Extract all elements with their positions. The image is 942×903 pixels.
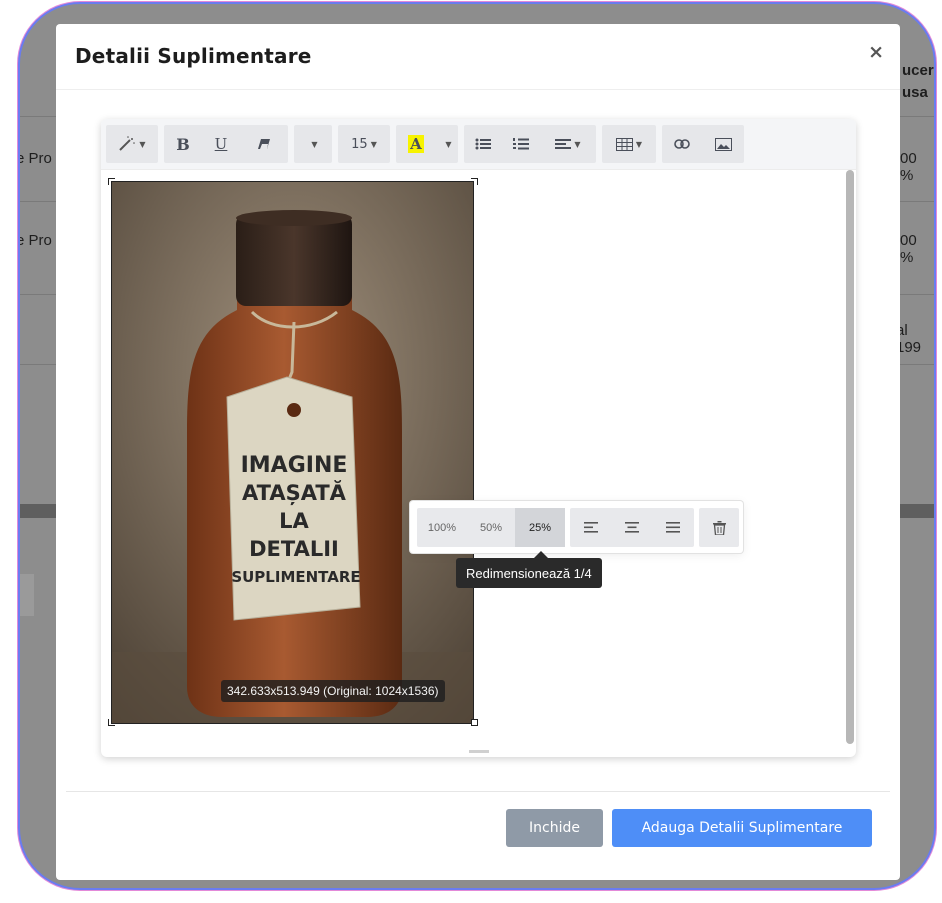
tag-line-1: IMAGINE xyxy=(241,453,348,478)
bottle-illustration: IMAGINE ATAȘATĂ LA DETALII SUPLIMENTARE xyxy=(112,182,473,723)
align-icon xyxy=(555,139,572,149)
float-right-button[interactable] xyxy=(652,508,694,547)
add-details-button[interactable]: Adauga Detalii Suplimentare xyxy=(612,809,872,847)
resize-25-button[interactable]: 25% xyxy=(515,508,565,547)
editor-content[interactable]: IMAGINE ATAȘATĂ LA DETALII SUPLIMENTARE … xyxy=(101,170,856,757)
font-family-group: ▼ xyxy=(294,125,332,163)
font-style-group: B U xyxy=(164,125,288,163)
bg-text-right: 00 % xyxy=(900,150,917,184)
editor-toolbar: ▼ B U ▼ 15 ▼ A ▼ ▼ ▼ xyxy=(101,119,856,170)
bg-text-right: 00 % xyxy=(900,232,917,266)
resize-50-button[interactable]: 50% xyxy=(467,508,515,547)
modal-dialog: Detalii Suplimentare × ▼ B U ▼ 15 ▼ A ▼ … xyxy=(56,24,900,880)
resize-handle-top-left[interactable] xyxy=(108,178,115,185)
text-color-button[interactable]: A xyxy=(396,125,436,163)
font-size-group: 15 ▼ xyxy=(338,125,390,163)
underline-icon: U xyxy=(214,135,228,153)
chevron-down-icon: ▼ xyxy=(635,139,643,149)
trash-icon xyxy=(712,520,726,535)
paragraph-group: ▼ xyxy=(464,125,596,163)
clear-format-button[interactable] xyxy=(240,125,288,163)
paragraph-align-dropdown[interactable]: ▼ xyxy=(540,125,596,163)
image-dimension-label: 342.633x513.949 (Original: 1024x1536) xyxy=(221,680,445,702)
image-icon xyxy=(714,137,732,151)
float-center-button[interactable] xyxy=(612,508,652,547)
resize-handle-bottom-left[interactable] xyxy=(108,719,115,726)
bg-text-left: e Pro xyxy=(20,150,52,167)
align-justify-icon xyxy=(666,522,680,533)
underline-button[interactable]: U xyxy=(202,125,240,163)
bg-dark-band xyxy=(20,504,56,518)
link-icon xyxy=(674,139,690,149)
chevron-down-icon: ▼ xyxy=(370,139,377,149)
image-popover: 100% 50% 25% xyxy=(410,501,743,553)
resize-tooltip: Redimensionează 1/4 xyxy=(456,558,602,588)
resize-handle-bottom-right[interactable] xyxy=(471,719,478,726)
rich-text-editor: ▼ B U ▼ 15 ▼ A ▼ ▼ ▼ IMAGINE ATAȘATĂ LA … xyxy=(101,119,856,757)
text-color-icon: A xyxy=(408,135,424,153)
image-remove-group xyxy=(699,508,739,547)
tag-line-4: DETALII xyxy=(249,537,339,561)
chevron-down-icon: ▼ xyxy=(445,139,452,149)
header-divider xyxy=(56,89,900,90)
insert-link-button[interactable] xyxy=(662,125,702,163)
table-button[interactable]: ▼ xyxy=(602,125,656,163)
chevron-down-icon: ▼ xyxy=(311,139,318,149)
numbered-list-icon xyxy=(513,138,529,150)
remove-image-button[interactable] xyxy=(699,508,739,547)
resize-100-button[interactable]: 100% xyxy=(417,508,467,547)
insert-image-button[interactable] xyxy=(702,125,744,163)
bg-text-right: ucer xyxy=(902,62,934,79)
tooltip-arrow xyxy=(534,551,548,558)
color-dropdown[interactable]: ▼ xyxy=(436,125,458,163)
footer-divider xyxy=(66,791,890,792)
bg-text-left: e Pro xyxy=(20,232,52,249)
bg-text-right: al 199 xyxy=(896,322,922,356)
image-size-group: 100% 50% 25% xyxy=(417,508,565,547)
bg-dark-band xyxy=(900,504,934,518)
attached-image[interactable]: IMAGINE ATAȘATĂ LA DETALII SUPLIMENTARE xyxy=(111,181,474,724)
magic-wand-button[interactable]: ▼ xyxy=(106,125,158,163)
tag-line-5: SUPLIMENTARE xyxy=(231,568,360,586)
magic-wand-icon xyxy=(119,136,136,151)
close-button[interactable]: Inchide xyxy=(506,809,603,847)
align-left-icon xyxy=(584,522,598,533)
bg-text-right: usa xyxy=(902,84,928,101)
align-center-icon xyxy=(625,522,639,533)
modal-title: Detalii Suplimentare xyxy=(75,44,312,68)
unordered-list-button[interactable] xyxy=(464,125,502,163)
close-icon[interactable]: × xyxy=(868,41,884,63)
color-group: A ▼ xyxy=(396,125,458,163)
bold-button[interactable]: B xyxy=(164,125,202,163)
tag-line-3: LA xyxy=(279,509,309,533)
editor-scrollbar[interactable] xyxy=(846,170,854,744)
eraser-icon xyxy=(258,139,270,149)
chevron-down-icon: ▼ xyxy=(139,139,146,149)
font-size-dropdown[interactable]: 15 ▼ xyxy=(338,125,390,163)
font-family-dropdown[interactable]: ▼ xyxy=(294,125,332,163)
style-group: ▼ xyxy=(106,125,158,163)
bullet-list-icon xyxy=(475,138,491,150)
editor-resize-grip[interactable] xyxy=(469,750,489,753)
insert-group xyxy=(662,125,744,163)
float-left-button[interactable] xyxy=(570,508,612,547)
tag-line-2: ATAȘATĂ xyxy=(242,480,347,505)
chevron-down-icon: ▼ xyxy=(574,139,581,149)
table-group: ▼ xyxy=(602,125,656,163)
bold-icon: B xyxy=(176,134,190,154)
table-icon xyxy=(615,137,633,151)
image-float-group xyxy=(570,508,694,547)
font-size-value: 15 xyxy=(351,136,368,152)
ordered-list-button[interactable] xyxy=(502,125,540,163)
resize-handle-top-right[interactable] xyxy=(471,178,478,185)
bg-dropdown xyxy=(20,574,34,616)
